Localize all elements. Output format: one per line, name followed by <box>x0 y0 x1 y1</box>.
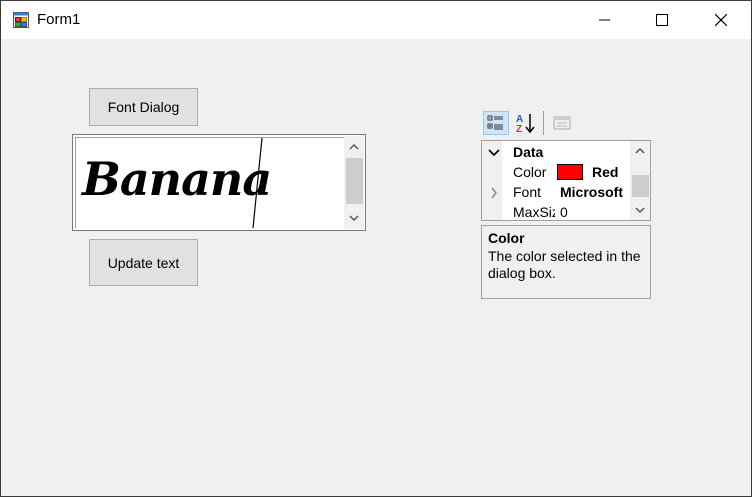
property-value-color[interactable]: Red <box>592 164 618 180</box>
property-pages-button[interactable] <box>549 111 575 135</box>
help-description: The color selected in the dialog box. <box>488 248 641 281</box>
property-value-maxsize[interactable]: 0 <box>560 204 568 220</box>
main-window: Form1 Font Dialog Banana Update text A Z… <box>0 0 752 497</box>
title-bar[interactable]: Form1 <box>1 1 751 39</box>
categorized-button[interactable] <box>483 111 509 135</box>
scroll-thumb[interactable] <box>346 158 363 204</box>
grid-scroll-thumb[interactable] <box>632 175 649 197</box>
rich-text-area[interactable]: Banana <box>75 137 363 228</box>
update-text-label: Update text <box>107 254 180 271</box>
maximize-button[interactable] <box>639 1 685 39</box>
property-name-maxsize[interactable]: MaxSiz <box>513 204 555 220</box>
property-grid[interactable]: Data Color Red Font Microsoft MaxSiz 0 <box>481 140 651 221</box>
help-title: Color <box>488 230 525 246</box>
font-dialog-label: Font Dialog <box>107 99 180 115</box>
svg-text:Z: Z <box>516 124 522 134</box>
property-name-font[interactable]: Font <box>513 184 541 200</box>
category-data[interactable]: Data <box>513 144 543 160</box>
update-text-button[interactable]: Update text <box>89 239 198 286</box>
property-name-color[interactable]: Color <box>513 164 546 180</box>
rich-text-box[interactable]: Banana <box>72 134 366 231</box>
property-pages-icon <box>553 116 571 130</box>
grid-scrollbar[interactable] <box>630 141 650 220</box>
rich-text-content: Banana <box>82 152 272 206</box>
winforms-app-icon <box>13 12 29 28</box>
scroll-down-icon[interactable] <box>349 214 359 222</box>
close-button[interactable] <box>698 1 744 39</box>
toolbar-separator <box>543 111 544 135</box>
categorized-icon <box>487 115 503 130</box>
vertical-scrollbar[interactable] <box>344 136 364 229</box>
text-cursor <box>252 138 263 228</box>
minimize-button[interactable] <box>582 1 628 39</box>
scroll-down-icon[interactable] <box>635 206 645 214</box>
window-title: Form1 <box>37 11 81 28</box>
scroll-up-icon[interactable] <box>349 143 359 151</box>
chevron-right-icon[interactable] <box>490 187 498 199</box>
alphabetical-button[interactable]: A Z <box>512 111 538 135</box>
close-icon <box>715 14 727 26</box>
help-panel: Color The color selected in the dialog b… <box>481 225 651 299</box>
property-value-font[interactable]: Microsoft <box>560 184 623 200</box>
color-swatch <box>557 164 583 180</box>
font-dialog-button[interactable]: Font Dialog <box>89 88 198 126</box>
minimize-icon <box>599 19 610 21</box>
scroll-up-icon[interactable] <box>635 147 645 155</box>
alphabetical-icon: A Z <box>516 114 535 134</box>
collapse-icon[interactable] <box>488 147 500 157</box>
maximize-icon <box>656 14 668 26</box>
